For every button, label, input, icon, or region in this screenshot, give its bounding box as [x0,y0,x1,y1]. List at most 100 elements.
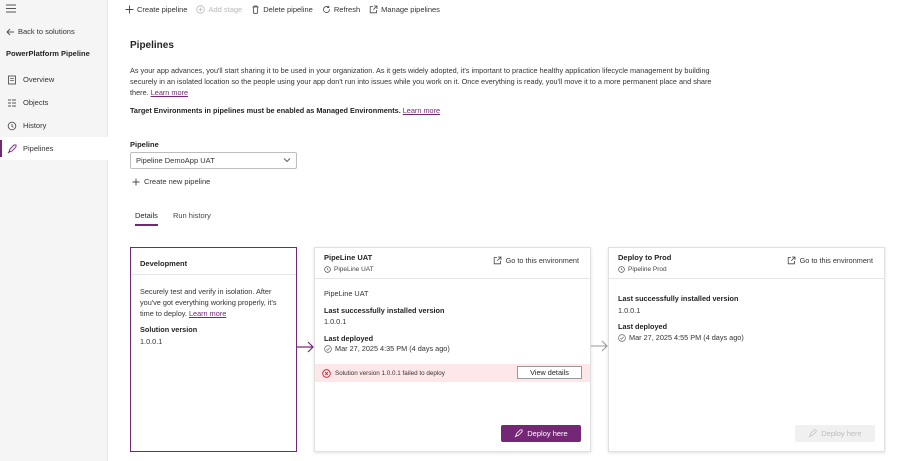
create-pipeline-label: Create pipeline [137,4,188,14]
stage-title: Deploy to Prod [618,253,672,262]
plus-icon [125,5,134,13]
stage-card-uat[interactable]: PipeLine UAT PipeLine UAT Go to this env… [314,247,591,452]
stage-title: PipeLine UAT [324,253,373,262]
deploy-here-button[interactable]: Deploy here [501,425,581,442]
stage-environment-name: Pipeline Prod [628,266,667,273]
dev-learn-more-link[interactable]: Learn more [189,309,226,318]
stage-description: Securely test and verify in isolation. A… [140,286,290,319]
deploy-here-button[interactable]: Deploy here [795,425,875,442]
command-bar: Create pipeline Add stage Delete pipelin… [125,0,440,18]
app-window: Back to solutions PowerPlatform Pipeline… [0,0,907,461]
refresh-label: Refresh [333,4,361,14]
last-deployed-value: Mar 27, 2025 4:55 PM (4 days ago) [629,333,744,342]
stage-environment-name: PipeLine UAT [334,266,374,273]
arrow-right-icon [297,341,314,353]
sidebar-item-label: Pipelines [23,144,54,153]
go-to-environment-label: Go to this environment [799,256,873,265]
intro-paragraph: As your app advances, you'll start shari… [130,66,712,97]
managed-env-text: Target Environments in pipelines must be… [130,106,401,115]
manage-pipelines-button[interactable]: Manage pipelines [369,5,440,14]
objects-icon [8,99,16,106]
deploy-error-message: Solution version 1.0.0.1 failed to deplo… [335,369,445,377]
arrow-right-icon [591,340,608,352]
back-label: Back to solutions [18,27,75,36]
sidebar: Back to solutions PowerPlatform Pipeline… [0,0,108,461]
divider [609,278,884,279]
error-circle-icon [322,368,331,378]
rocket-icon [7,144,17,153]
pipeline-label: Pipeline [130,140,159,149]
refresh-button[interactable]: Refresh [322,5,360,14]
create-new-pipeline-button[interactable]: Create new pipeline [132,177,210,186]
sidebar-item-label: Objects [23,98,49,107]
page-title: Pipelines [130,40,174,51]
solution-version-label: Solution version [140,325,198,334]
hamburger-menu-icon[interactable] [6,4,16,16]
check-circle-icon [324,344,332,353]
add-stage-label: Add stage [208,4,243,14]
view-details-button[interactable]: View details [517,366,582,379]
last-deployed: Mar 27, 2025 4:35 PM (4 days ago) [324,344,450,353]
sidebar-item-history[interactable]: History [0,114,108,137]
managed-env-learn-more-link[interactable]: Learn more [403,106,440,115]
last-deployed-label: Last deployed [324,334,374,343]
tab-run-history[interactable]: Run history [173,211,211,226]
installed-version-value: 1.0.0.1 [618,306,641,315]
add-circle-icon [196,4,206,14]
rocket-icon [808,429,817,438]
back-to-solutions-link[interactable]: Back to solutions [6,27,75,36]
divider [131,274,296,275]
installed-version-value: 1.0.0.1 [324,317,347,326]
solution-title: PowerPlatform Pipeline [6,49,90,58]
tab-details[interactable]: Details [135,211,158,226]
intro-text: As your app advances, you'll start shari… [130,65,730,98]
stage-environment: Pipeline Prod [618,266,667,273]
create-new-pipeline-label: Create new pipeline [144,177,211,186]
open-external-icon [787,256,795,265]
environment-icon [618,266,625,273]
manage-pipelines-label: Manage pipelines [381,4,440,14]
stage-name: PipeLine UAT [324,289,369,298]
create-pipeline-button[interactable]: Create pipeline [125,5,187,14]
stage-environment: PipeLine UAT [324,266,374,273]
last-deployed: Mar 27, 2025 4:55 PM (4 days ago) [618,333,744,342]
last-deployed-value: Mar 27, 2025 4:35 PM (4 days ago) [335,344,450,353]
stage-card-development[interactable]: Development Securely test and verify in … [130,247,297,452]
go-to-environment-label: Go to this environment [505,256,579,265]
deploy-error-banner: Solution version 1.0.0.1 failed to deplo… [315,364,590,382]
stage-title: Development [140,259,188,268]
rocket-icon [514,429,523,438]
stage-card-prod[interactable]: Deploy to Prod Pipeline Prod Go to this … [608,247,885,452]
delete-pipeline-label: Delete pipeline [263,4,313,14]
sidebar-item-pipelines[interactable]: Pipelines [0,137,108,160]
divider [315,278,590,279]
arrow-left-icon [6,28,14,35]
go-to-environment-link[interactable]: Go to this environment [787,256,873,265]
pipeline-dropdown[interactable]: Pipeline DemoApp UAT [130,152,297,169]
deploy-here-label: Deploy here [527,429,568,438]
plus-icon [132,178,140,185]
managed-env-note: Target Environments in pipelines must be… [130,106,730,115]
delete-pipeline-button[interactable]: Delete pipeline [251,5,313,14]
open-external-icon [493,256,501,265]
deploy-here-label: Deploy here [821,429,862,438]
open-external-icon [369,5,378,13]
history-icon [7,121,17,130]
last-deployed-label: Last deployed [618,322,668,331]
sidebar-nav: Overview Objects History Pipelines [0,68,108,160]
environment-icon [324,266,331,273]
sidebar-item-label: History [23,121,47,130]
check-circle-icon [618,333,626,342]
go-to-environment-link[interactable]: Go to this environment [493,256,579,265]
add-stage-button[interactable]: Add stage [196,5,242,14]
solution-version-value: 1.0.0.1 [140,337,163,346]
trash-icon [252,5,259,14]
overview-icon [8,75,16,84]
pipeline-selected-value: Pipeline DemoApp UAT [136,156,215,165]
refresh-icon [322,5,330,13]
intro-learn-more-link[interactable]: Learn more [151,88,188,97]
sidebar-item-label: Overview [23,75,55,84]
sidebar-item-objects[interactable]: Objects [0,91,108,114]
installed-version-label: Last successfully installed version [618,294,739,303]
sidebar-item-overview[interactable]: Overview [0,68,108,91]
